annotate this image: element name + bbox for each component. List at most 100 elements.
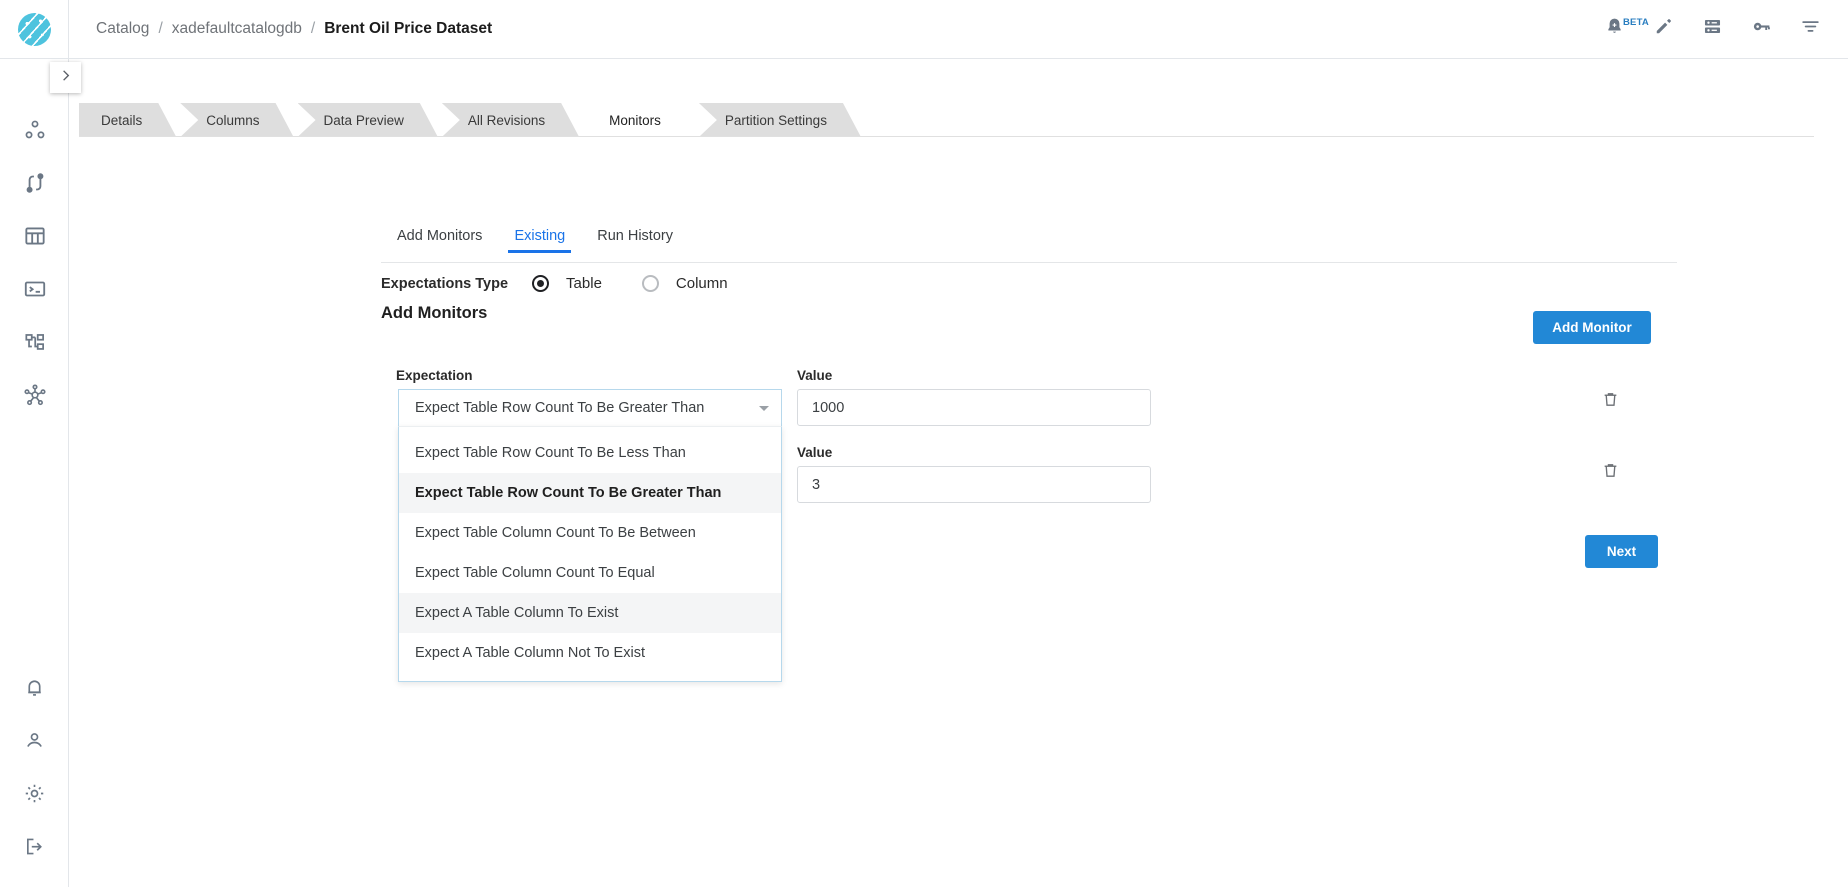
delete-monitor-button-2[interactable] bbox=[1597, 460, 1623, 486]
expectation-option-row-count-greater-than[interactable]: Expect Table Row Count To Be Greater Tha… bbox=[399, 473, 781, 513]
sidebar-item-network-hub[interactable] bbox=[0, 368, 69, 421]
gear-icon bbox=[22, 781, 47, 806]
pipeline-icon bbox=[22, 170, 48, 196]
option-label: Expect Table Column Count To Equal bbox=[415, 565, 655, 581]
subtab-label: Existing bbox=[514, 228, 566, 244]
value-column-label-2: Value bbox=[797, 445, 833, 460]
option-label: Expect Table Row Count To Be Less Than bbox=[415, 445, 686, 461]
trash-icon bbox=[1601, 390, 1620, 414]
value-input-1[interactable] bbox=[797, 389, 1151, 426]
delete-monitor-button-1[interactable] bbox=[1597, 389, 1623, 415]
chevron-right-icon bbox=[58, 68, 73, 88]
breadcrumb: Catalog / xadefaultcatalogdb / Brent Oil… bbox=[96, 20, 492, 38]
expectation-column-label: Expectation bbox=[396, 368, 473, 383]
tab-label: Data Preview bbox=[323, 112, 404, 128]
filter-icon bbox=[1800, 16, 1821, 42]
breadcrumb-item-database[interactable]: xadefaultcatalogdb bbox=[172, 20, 302, 38]
top-header: Catalog / xadefaultcatalogdb / Brent Oil… bbox=[69, 0, 1848, 59]
tab-label: Partition Settings bbox=[724, 112, 827, 128]
edit-pencil-icon bbox=[1653, 16, 1674, 42]
value-column-label-1: Value bbox=[797, 368, 833, 383]
expectation-select-value: Expect Table Row Count To Be Greater Tha… bbox=[415, 400, 705, 416]
edit-button[interactable] bbox=[1653, 16, 1674, 42]
sidebar-item-data-nodes[interactable] bbox=[0, 103, 69, 156]
database-button[interactable] bbox=[1702, 16, 1723, 42]
subtab-run-history[interactable]: Run History bbox=[581, 228, 689, 253]
tab-data-preview[interactable]: Data Preview bbox=[298, 103, 438, 137]
expectation-option-column-count-between[interactable]: Expect Table Column Count To Be Between bbox=[399, 513, 781, 553]
subtab-label: Run History bbox=[597, 228, 673, 244]
sub-tab-divider bbox=[381, 262, 1677, 263]
sub-tab-bar: Add Monitors Existing Run History bbox=[381, 228, 689, 253]
tab-all-revisions[interactable]: All Revisions bbox=[442, 103, 579, 137]
left-sidebar bbox=[0, 0, 69, 887]
expectations-type-label: Expectations Type bbox=[381, 275, 509, 292]
radio-dot-icon bbox=[532, 275, 550, 292]
app-logo[interactable] bbox=[0, 0, 68, 59]
tab-label: Columns bbox=[206, 112, 260, 128]
beta-badge: BETA bbox=[1623, 17, 1649, 28]
tab-details[interactable]: Details bbox=[79, 103, 176, 137]
subtab-label: Add Monitors bbox=[397, 228, 483, 244]
subtab-existing[interactable]: Existing bbox=[498, 228, 581, 253]
expectation-option-row-count-less-than[interactable]: Expect Table Row Count To Be Less Than bbox=[399, 433, 781, 473]
add-monitor-button[interactable]: Add Monitor bbox=[1533, 311, 1651, 344]
option-label: Expect Table Row Count To Be Greater Tha… bbox=[415, 485, 722, 501]
value-input-2[interactable] bbox=[797, 466, 1151, 503]
expectation-option-column-count-equal[interactable]: Expect Table Column Count To Equal bbox=[399, 553, 781, 593]
tab-bar: Details Columns Data Preview All Revisio… bbox=[79, 103, 865, 137]
sidebar-item-pipeline[interactable] bbox=[0, 156, 69, 209]
sidebar-item-table[interactable] bbox=[0, 209, 69, 262]
sidebar-top-items bbox=[0, 103, 68, 421]
terminal-icon bbox=[22, 276, 48, 302]
sidebar-bottom-items bbox=[0, 661, 69, 873]
expectation-option-column-to-exist[interactable]: Expect A Table Column To Exist bbox=[399, 593, 781, 633]
sidebar-item-hierarchy[interactable] bbox=[0, 315, 69, 368]
user-icon bbox=[22, 728, 47, 753]
sidebar-item-logout[interactable] bbox=[0, 820, 69, 873]
tab-label: All Revisions bbox=[467, 112, 546, 128]
tab-label: Details bbox=[101, 112, 143, 128]
radio-label: Column bbox=[675, 275, 728, 292]
option-label: Expect Table Column Count To Be Between bbox=[415, 525, 696, 541]
breadcrumb-separator: / bbox=[310, 20, 316, 37]
logout-icon bbox=[22, 834, 47, 859]
sidebar-expand-button[interactable] bbox=[50, 62, 81, 93]
database-icon bbox=[1702, 16, 1723, 42]
trash-icon bbox=[1601, 461, 1620, 485]
tab-partition-settings[interactable]: Partition Settings bbox=[699, 103, 861, 137]
notifications-add-button[interactable]: BETA bbox=[1604, 16, 1649, 42]
table-icon bbox=[22, 223, 48, 249]
network-hub-icon bbox=[22, 382, 48, 408]
sidebar-item-settings[interactable] bbox=[0, 767, 69, 820]
radio-expectations-type-column[interactable]: Column bbox=[641, 275, 756, 292]
option-label: Expect A Table Column Not To Exist bbox=[415, 645, 645, 661]
main-content: Details Columns Data Preview All Revisio… bbox=[69, 59, 1848, 887]
option-label: Expect A Table Column To Exist bbox=[415, 605, 619, 621]
radio-label: Table bbox=[566, 275, 602, 292]
next-button[interactable]: Next bbox=[1585, 535, 1658, 568]
breadcrumb-item-catalog[interactable]: Catalog bbox=[96, 20, 149, 38]
filter-button[interactable] bbox=[1800, 16, 1821, 42]
sidebar-item-terminal[interactable] bbox=[0, 262, 69, 315]
tab-monitors[interactable]: Monitors bbox=[583, 103, 695, 137]
expectation-option-column-not-to-exist[interactable]: Expect A Table Column Not To Exist bbox=[399, 633, 781, 673]
radio-dot-icon bbox=[641, 275, 659, 292]
expectations-type-row: Expectations Type Table Column bbox=[381, 275, 768, 292]
expectation-select[interactable]: Expect Table Row Count To Be Greater Tha… bbox=[398, 389, 782, 426]
breadcrumb-item-current: Brent Oil Price Dataset bbox=[324, 20, 493, 37]
tab-label: Monitors bbox=[609, 112, 661, 128]
radio-expectations-type-table[interactable]: Table bbox=[532, 275, 630, 292]
breadcrumb-separator: / bbox=[158, 20, 163, 37]
sidebar-item-notifications[interactable] bbox=[0, 661, 69, 714]
data-nodes-icon bbox=[22, 117, 48, 143]
tab-columns[interactable]: Columns bbox=[180, 103, 293, 137]
key-button[interactable] bbox=[1751, 16, 1772, 42]
section-title: Add Monitors bbox=[381, 304, 488, 322]
subtab-add-monitors[interactable]: Add Monitors bbox=[381, 228, 498, 253]
header-actions: BETA bbox=[1604, 16, 1821, 42]
sidebar-item-profile[interactable] bbox=[0, 714, 69, 767]
globe-network-logo-icon bbox=[17, 12, 51, 46]
expectation-select-menu: Expect Table Row Count To Be Less Than E… bbox=[398, 426, 782, 682]
hierarchy-icon bbox=[22, 329, 48, 355]
